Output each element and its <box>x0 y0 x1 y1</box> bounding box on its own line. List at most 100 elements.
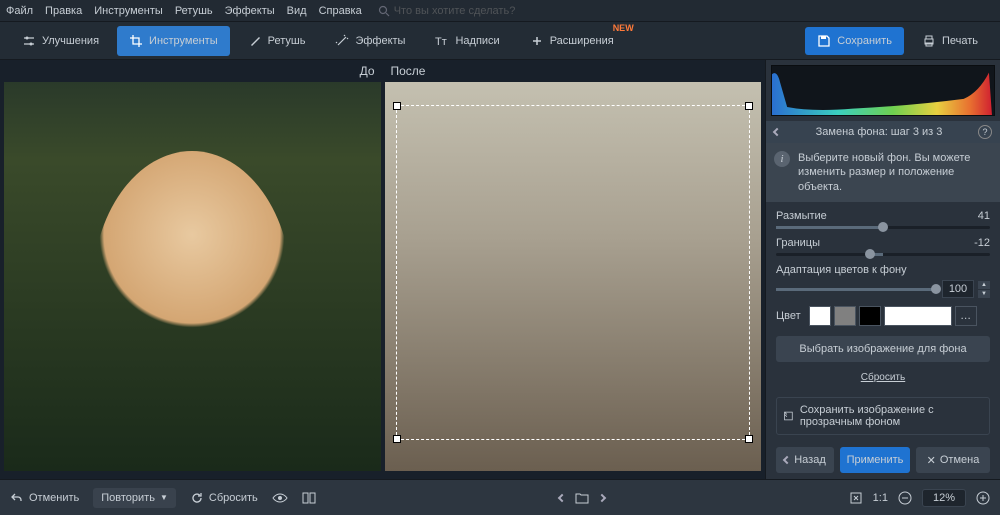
handle-ne[interactable] <box>745 102 753 110</box>
swatch-black[interactable] <box>859 306 881 326</box>
nav-group <box>559 492 605 504</box>
canvas-after[interactable] <box>385 82 762 471</box>
adapt-slider[interactable] <box>776 288 936 291</box>
menubar: Файл Правка Инструменты Ретушь Эффекты В… <box>0 0 1000 22</box>
tab-tools-label: Инструменты <box>149 35 218 47</box>
swatch-white[interactable] <box>809 306 831 326</box>
eye-icon <box>272 491 288 505</box>
close-icon: ✕ <box>927 454 936 467</box>
next-image-button[interactable] <box>599 495 605 501</box>
handle-se[interactable] <box>745 435 753 443</box>
apply-button[interactable]: Применить <box>840 447 910 473</box>
statusbar: Отменить Повторить ▼ Сбросить 1:1 12% <box>0 479 1000 515</box>
tab-text[interactable]: Tт Надписи <box>423 26 511 56</box>
swatch-gray[interactable] <box>834 306 856 326</box>
border-control: Границы-12 <box>776 237 990 256</box>
tab-text-label: Надписи <box>455 35 499 47</box>
cancel-label: Отмена <box>940 454 979 466</box>
menu-edit[interactable]: Правка <box>45 5 82 17</box>
print-icon <box>922 34 936 48</box>
sliders-icon <box>22 34 36 48</box>
save-transparent-button[interactable]: Сохранить изображение с прозрачным фоном <box>776 397 990 435</box>
browse-button[interactable] <box>575 492 589 504</box>
menu-view[interactable]: Вид <box>287 5 307 17</box>
save-button[interactable]: Сохранить <box>805 27 904 55</box>
zoom-value[interactable]: 12% <box>922 489 966 507</box>
menu-file[interactable]: Файл <box>6 5 33 17</box>
cancel-button[interactable]: ✕ Отмена <box>916 447 990 473</box>
search-input[interactable] <box>394 5 554 17</box>
tab-retouch[interactable]: Ретушь <box>236 26 318 56</box>
folder-icon <box>575 492 589 504</box>
menu-retouch[interactable]: Ретушь <box>175 5 213 17</box>
sidebar: Замена фона: шаг 3 из 3 ? i Выберите нов… <box>765 60 1000 479</box>
choose-bg-button[interactable]: Выбрать изображение для фона <box>776 336 990 362</box>
brush-icon <box>248 34 262 48</box>
adapt-spinner[interactable]: ▲▼ <box>942 280 990 298</box>
undo-label: Отменить <box>29 492 79 504</box>
crop-icon <box>129 34 143 48</box>
tab-tools[interactable]: Инструменты <box>117 26 230 56</box>
preview-button[interactable] <box>272 491 288 505</box>
help-icon[interactable]: ? <box>978 125 992 139</box>
canvas-before[interactable] <box>4 82 381 471</box>
zoom-group: 1:1 12% <box>849 489 990 507</box>
compare-button[interactable] <box>302 491 316 505</box>
handle-nw[interactable] <box>393 102 401 110</box>
chevron-down-icon: ▼ <box>160 493 168 502</box>
swatch-custom[interactable] <box>884 306 952 326</box>
blur-slider[interactable] <box>776 226 990 229</box>
panel-header: Замена фона: шаг 3 из 3 ? <box>766 121 1000 143</box>
tab-extensions[interactable]: Расширения NEW <box>518 26 626 56</box>
plus-circle-icon <box>976 491 990 505</box>
tab-retouch-label: Ретушь <box>268 35 306 47</box>
actual-size-button[interactable]: 1:1 <box>873 492 888 504</box>
after-label: После <box>383 60 766 82</box>
border-slider[interactable] <box>776 253 990 256</box>
compare-icon <box>302 491 316 505</box>
menu-tools[interactable]: Инструменты <box>94 5 163 17</box>
panel-title: Замена фона: шаг 3 из 3 <box>788 126 970 138</box>
svg-text:Tт: Tт <box>435 36 447 48</box>
undo-button[interactable]: Отменить <box>10 491 79 505</box>
print-label: Печать <box>942 35 978 47</box>
fit-button[interactable] <box>849 491 863 505</box>
panel-back-icon[interactable] <box>774 126 780 138</box>
histogram <box>771 65 995 116</box>
canvas-area: До После <box>0 60 765 479</box>
plus-icon <box>530 34 544 48</box>
swatch-more[interactable]: … <box>955 306 977 326</box>
print-button[interactable]: Печать <box>910 27 990 55</box>
handle-sw[interactable] <box>393 435 401 443</box>
color-swatches: … <box>809 306 977 326</box>
info-box: i Выберите новый фон. Вы можете изменить… <box>766 143 1000 202</box>
menu-effects[interactable]: Эффекты <box>225 5 275 17</box>
reset-icon <box>190 491 204 505</box>
tab-effects[interactable]: Эффекты <box>323 26 417 56</box>
global-search[interactable] <box>378 5 554 17</box>
zoom-in-button[interactable] <box>976 491 990 505</box>
reset-link[interactable]: Сбросить <box>776 372 990 383</box>
spin-down[interactable]: ▼ <box>978 290 990 298</box>
tab-effects-label: Эффекты <box>355 35 405 47</box>
redo-button[interactable]: Повторить ▼ <box>93 488 176 508</box>
prev-image-button[interactable] <box>559 495 565 501</box>
back-button[interactable]: Назад <box>776 447 834 473</box>
minus-icon <box>898 491 912 505</box>
reset-label: Сбросить <box>209 492 258 504</box>
tab-enhance-label: Улучшения <box>42 35 99 47</box>
tab-enhance[interactable]: Улучшения <box>10 26 111 56</box>
info-icon: i <box>774 151 790 167</box>
zoom-out-button[interactable] <box>898 491 912 505</box>
save-icon <box>817 34 831 48</box>
spin-up[interactable]: ▲ <box>978 281 990 289</box>
blur-label: Размытие <box>776 210 827 222</box>
text-icon: Tт <box>435 34 449 48</box>
redo-label: Повторить <box>101 492 155 504</box>
color-label: Цвет <box>776 310 801 322</box>
reset-button[interactable]: Сбросить <box>190 491 258 505</box>
menu-help[interactable]: Справка <box>319 5 362 17</box>
blur-control: Размытие41 <box>776 210 990 229</box>
adapt-input[interactable] <box>942 280 974 298</box>
selection-box[interactable] <box>396 105 750 440</box>
